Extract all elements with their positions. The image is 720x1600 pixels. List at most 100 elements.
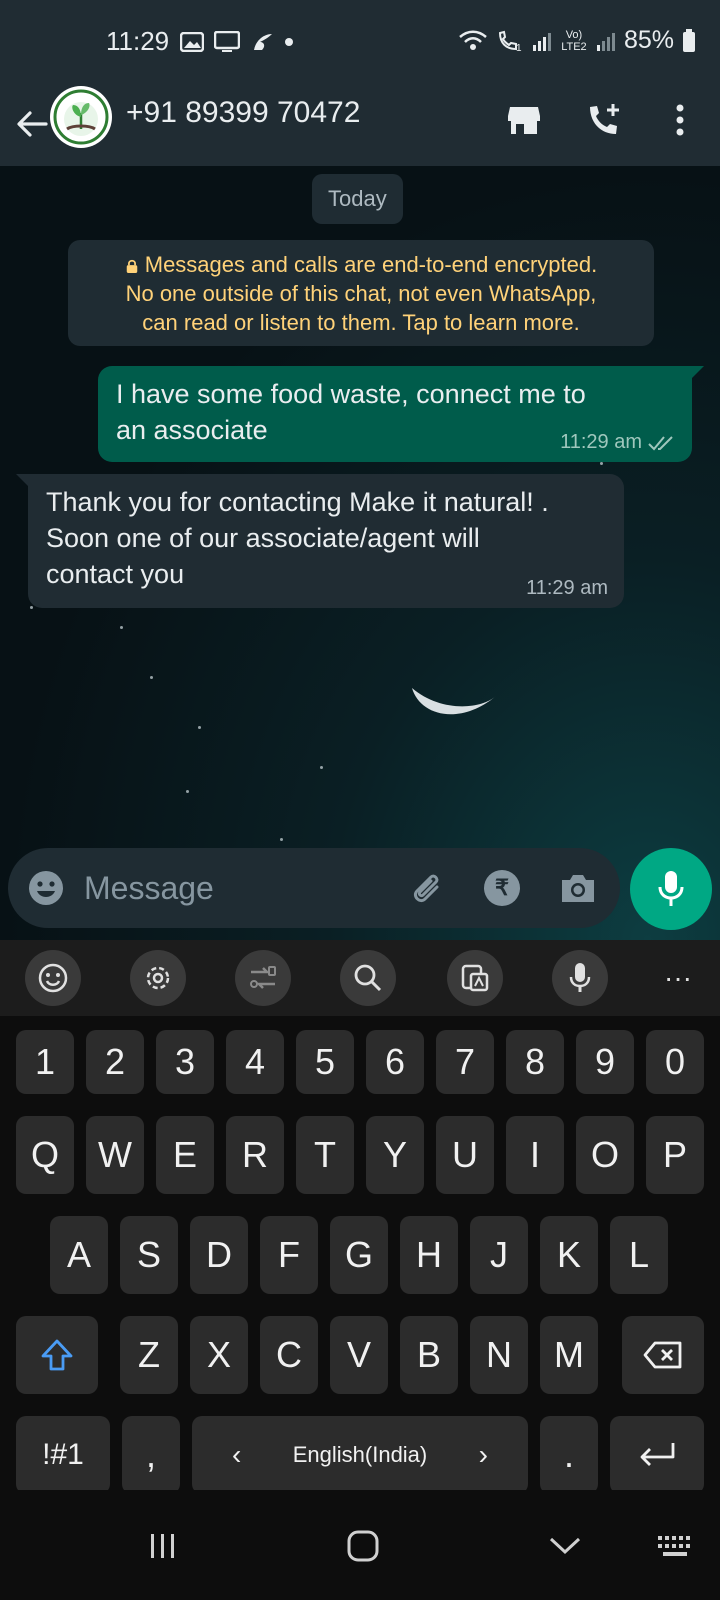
camera-button[interactable]	[558, 868, 598, 908]
key-p[interactable]: P	[646, 1116, 704, 1194]
key-t[interactable]: T	[296, 1116, 354, 1194]
kb-emoji-button[interactable]	[25, 950, 81, 1006]
space-key[interactable]: ‹ English(India) ›	[192, 1416, 528, 1494]
key-8[interactable]: 8	[506, 1030, 564, 1094]
key-d[interactable]: D	[190, 1216, 248, 1294]
status-system-icons: 1 Vo) LTE2 85%	[458, 26, 696, 55]
wifi-call-icon: 1	[498, 30, 522, 53]
key-b[interactable]: B	[400, 1316, 458, 1394]
message-input[interactable]: Message	[84, 870, 214, 907]
store-button[interactable]	[500, 96, 548, 144]
paperclip-icon	[413, 874, 439, 903]
enter-icon	[640, 1443, 675, 1466]
key-6[interactable]: 6	[366, 1030, 424, 1094]
voice-message-button[interactable]	[630, 848, 712, 930]
payment-button[interactable]: ₹	[482, 868, 522, 908]
search-icon	[354, 964, 382, 992]
backspace-key[interactable]	[622, 1316, 704, 1394]
shift-icon	[41, 1339, 73, 1371]
message-line: Soon one of our associate/agent will	[46, 523, 480, 553]
emoji-button[interactable]	[26, 868, 66, 913]
camera-icon	[562, 875, 594, 902]
key-3[interactable]: 3	[156, 1030, 214, 1094]
key-w[interactable]: W	[86, 1116, 144, 1194]
battery-icon	[683, 28, 695, 52]
key-j[interactable]: J	[470, 1216, 528, 1294]
chevron-down-icon	[549, 1537, 581, 1555]
recents-button[interactable]	[128, 1518, 198, 1574]
key-o[interactable]: O	[576, 1116, 634, 1194]
chat-area[interactable]: Today Messages and calls are end-to-end …	[0, 166, 720, 940]
wallpaper-moon	[412, 688, 496, 715]
enter-key[interactable]	[610, 1416, 704, 1494]
key-u[interactable]: U	[436, 1116, 494, 1194]
outgoing-message[interactable]: I have some food waste, connect me to an…	[98, 366, 704, 462]
store-icon	[508, 107, 540, 134]
key-k[interactable]: K	[540, 1216, 598, 1294]
volte-label: Vo) LTE2	[561, 28, 587, 53]
lock-icon	[126, 259, 137, 273]
message-meta: 11:29 am	[560, 431, 676, 454]
symbols-key[interactable]: !#1	[16, 1416, 110, 1494]
avatar[interactable]	[50, 86, 112, 148]
key-h[interactable]: H	[400, 1216, 458, 1294]
encryption-line-3: can read or listen to them. Tap to learn…	[142, 310, 580, 335]
key-z[interactable]: Z	[120, 1316, 178, 1394]
key-e[interactable]: E	[156, 1116, 214, 1194]
home-button[interactable]	[328, 1518, 398, 1574]
wallpaper-star	[150, 676, 153, 679]
key-4[interactable]: 4	[226, 1030, 284, 1094]
key-1[interactable]: 1	[16, 1030, 74, 1094]
kb-translate-button[interactable]	[235, 950, 291, 1006]
key-a[interactable]: A	[50, 1216, 108, 1294]
kb-clipboard-button[interactable]	[447, 950, 503, 1006]
message-line: I have some food waste, connect me to	[116, 379, 586, 409]
kb-settings-button[interactable]	[130, 950, 186, 1006]
kb-more-button[interactable]: ···	[650, 950, 706, 1006]
key-0[interactable]: 0	[646, 1030, 704, 1094]
message-composer[interactable]: Message ₹	[8, 848, 620, 928]
key-f[interactable]: F	[260, 1216, 318, 1294]
period-key[interactable]: .	[540, 1416, 598, 1494]
incoming-message[interactable]: Thank you for contacting Make it natural…	[16, 474, 624, 608]
key-5[interactable]: 5	[296, 1030, 354, 1094]
key-2[interactable]: 2	[86, 1030, 144, 1094]
wallpaper-star	[186, 790, 189, 793]
key-g[interactable]: G	[330, 1216, 388, 1294]
key-y[interactable]: Y	[366, 1116, 424, 1194]
emoji-icon	[29, 871, 63, 905]
key-i[interactable]: I	[506, 1116, 564, 1194]
more-options-button[interactable]	[656, 96, 704, 144]
date-chip: Today	[312, 174, 403, 224]
message-text: Thank you for contacting Make it natural…	[46, 484, 606, 592]
key-l[interactable]: L	[610, 1216, 668, 1294]
encryption-notice[interactable]: Messages and calls are end-to-end encryp…	[68, 240, 654, 346]
attach-button[interactable]	[406, 868, 446, 908]
backspace-icon	[643, 1341, 682, 1369]
status-time: 11:29	[106, 26, 170, 56]
key-q[interactable]: Q	[16, 1116, 74, 1194]
wallpaper-star	[30, 606, 33, 609]
key-s[interactable]: S	[120, 1216, 178, 1294]
contact-name[interactable]: +91 89399 70472	[126, 96, 360, 130]
message-meta: 11:29 am	[526, 577, 608, 600]
back-nav-button[interactable]	[530, 1518, 600, 1574]
kb-search-button[interactable]	[340, 950, 396, 1006]
keyboard-switch-button[interactable]	[640, 1518, 710, 1574]
key-7[interactable]: 7	[436, 1030, 494, 1094]
key-m[interactable]: M	[540, 1316, 598, 1394]
shift-key[interactable]	[16, 1316, 98, 1394]
key-9[interactable]: 9	[576, 1030, 634, 1094]
key-v[interactable]: V	[330, 1316, 388, 1394]
comma-key[interactable]: ,	[122, 1416, 180, 1494]
back-button[interactable]	[12, 98, 52, 150]
add-call-button[interactable]	[580, 96, 628, 144]
screen-cast-icon	[214, 31, 240, 52]
key-n[interactable]: N	[470, 1316, 528, 1394]
kb-voice-button[interactable]	[552, 950, 608, 1006]
key-x[interactable]: X	[190, 1316, 248, 1394]
key-c[interactable]: C	[260, 1316, 318, 1394]
message-time: 11:29 am	[560, 431, 642, 453]
key-r[interactable]: R	[226, 1116, 284, 1194]
more-icon: ···	[664, 962, 692, 993]
